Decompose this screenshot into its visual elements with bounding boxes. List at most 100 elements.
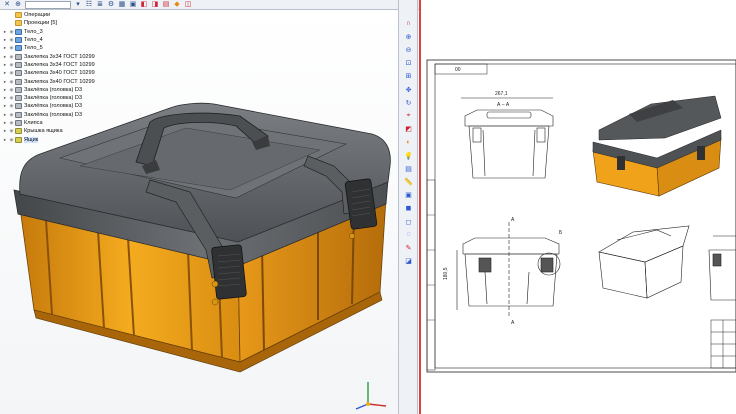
settings-icon[interactable]: ⚙: [107, 1, 115, 9]
visibility-icon[interactable]: ◉: [8, 70, 15, 76]
tree-item[interactable]: ▸ ◉ Тело_5: [2, 44, 152, 52]
tree-item[interactable]: ▸ ◉ Заклёпка (головка) D3: [2, 111, 152, 119]
folder-icon: [15, 20, 22, 27]
rivet-icon: [15, 53, 22, 60]
color-icon[interactable]: ◐: [402, 137, 415, 148]
tree-icon[interactable]: ☷: [85, 1, 93, 9]
visibility-icon[interactable]: ◉: [8, 29, 15, 35]
body-icon: [15, 28, 22, 35]
dimension-width: 267,1: [495, 91, 508, 97]
tree-item[interactable]: ▸ ◉ Заклёпка (головка) D3: [2, 102, 152, 110]
hidden-icon[interactable]: ◌: [402, 229, 415, 240]
folder-icon: [15, 12, 22, 19]
visibility-icon[interactable]: ◉: [8, 54, 15, 60]
rivet-icon: [15, 70, 22, 77]
visibility-icon[interactable]: ◉: [8, 87, 15, 93]
visibility-icon[interactable]: ◉: [8, 37, 15, 43]
tree-item[interactable]: ▸ ◉ Заклепка 3х40 ГОСТ 10299: [2, 69, 152, 77]
tree-item-label: Заклёпка (головка) D3: [24, 95, 83, 102]
visibility-icon[interactable]: ◉: [8, 137, 15, 143]
rivet-icon: [15, 95, 22, 102]
tree-item[interactable]: Операции: [2, 11, 152, 19]
pan-icon[interactable]: ✥: [402, 84, 415, 95]
visibility-icon[interactable]: ◉: [8, 62, 15, 68]
zoom-in-icon[interactable]: ⊕: [402, 31, 415, 42]
visibility-icon[interactable]: ◉: [8, 128, 15, 134]
model-tree: Операции Проекции [5] ▸ ◉ Тело_3 ▸ ◉ Тело_4 ▸ ◉ Те…: [2, 11, 152, 144]
rivet-icon: [15, 103, 22, 110]
tree-item-label: Заклепка 3х34 ГОСТ 10299: [24, 53, 95, 60]
visibility-icon[interactable]: ◉: [8, 79, 15, 85]
part-icon[interactable]: ◧: [140, 1, 148, 9]
visibility-icon[interactable]: ◉: [8, 95, 15, 101]
list-icon[interactable]: ≣: [96, 1, 104, 9]
tree-item-label: Проекции [5]: [24, 20, 58, 27]
part-icon: [15, 128, 22, 135]
dimension-height: 180,5: [443, 267, 449, 280]
rotate-icon[interactable]: ↻: [402, 97, 415, 108]
stamp-text: 00: [455, 67, 461, 73]
tree-item[interactable]: ▸ ◉ Заклёпка (головка) D3: [2, 86, 152, 94]
tree-item[interactable]: ▸ ◉ Крышка ящика: [2, 127, 152, 135]
tree-item[interactable]: ▸ ◉ Тело_4: [2, 36, 152, 44]
edit-icon[interactable]: ✎: [402, 242, 415, 253]
layer-icon[interactable]: ▤: [402, 163, 415, 174]
wire-icon[interactable]: ◻: [402, 216, 415, 227]
filter-combo[interactable]: [25, 0, 71, 9]
magnet-icon[interactable]: ∩: [402, 18, 415, 29]
rivet-icon: [15, 61, 22, 68]
visibility-icon[interactable]: ◉: [8, 45, 15, 51]
tree-item-label: Заклепка 3х40 ГОСТ 10299: [24, 70, 95, 77]
tree-item-label: Тело_3: [24, 28, 43, 35]
part-icon: [15, 136, 22, 143]
perspective-icon[interactable]: ◪: [402, 256, 415, 267]
model-viewport[interactable]: Операции Проекции [5] ▸ ◉ Тело_3 ▸ ◉ Тело_4 ▸ ◉ Те…: [0, 10, 398, 414]
view-toolbar: ∩ ⊕ ⊖ ⊡ ⊞ ✥ ↻ ⌖ ◩ ◐ 💡 ▤ 📏 ▣ ◼ ◻ ◌ ✎ ◪: [398, 0, 418, 414]
tree-item[interactable]: ▸ ◉ Заклепка 3х40 ГОСТ 10299: [2, 77, 152, 85]
tree-item[interactable]: ▸ ◉ Клипса: [2, 119, 152, 127]
orange-icon[interactable]: ◆: [173, 1, 181, 9]
body-icon: [15, 37, 22, 44]
tree-item-label: Заклёпка (головка) D3: [24, 86, 83, 93]
tree-item[interactable]: ▸ ◉ Тело_3: [2, 28, 152, 36]
zoom-fit-icon[interactable]: ⊞: [402, 71, 415, 82]
select-icon[interactable]: ▣: [129, 1, 137, 9]
tree-item[interactable]: ▸ ◉ Ящик: [2, 135, 152, 143]
display-icon[interactable]: ▣: [402, 190, 415, 201]
measure-icon[interactable]: 📏: [402, 176, 415, 187]
tree-item[interactable]: Проекции [5]: [2, 19, 152, 27]
axis-triad: [355, 382, 387, 410]
shade-icon[interactable]: ◼: [402, 203, 415, 214]
tree-item[interactable]: ▸ ◉ Заклёпка (головка) D3: [2, 94, 152, 102]
tree-item-label: Тело_5: [24, 45, 43, 52]
body-icon: [15, 45, 22, 52]
tree-item-label: Ящик: [24, 136, 39, 143]
app-window: ✕ ⊕ ▾ ☷ ≣ ⚙ ▦ ▣ ◧ ◨ ▤ ◆ ◫ Операции Проекц…: [0, 0, 736, 414]
visibility-icon[interactable]: ◉: [8, 103, 15, 109]
tree-item-label: Клипса: [24, 120, 43, 126]
section-label: А – А: [497, 102, 510, 108]
zoom-out-icon[interactable]: ⊖: [402, 44, 415, 55]
tree-item-label: Заклепка 3х40 ГОСТ 10299: [24, 78, 95, 85]
grid-icon[interactable]: ▦: [118, 1, 126, 9]
tree-item[interactable]: ▸ ◉ Заклепка 3х34 ГОСТ 10299: [2, 61, 152, 69]
orient-icon[interactable]: ⌖: [402, 110, 415, 121]
tree-item-label: Заклепка 3х34 ГОСТ 10299: [24, 61, 95, 68]
lamp-icon[interactable]: 💡: [402, 150, 415, 161]
view-icon[interactable]: ◫: [184, 1, 192, 9]
zoom-window-icon[interactable]: ⊡: [402, 58, 415, 69]
tree-item-label: Крышка ящика: [24, 128, 63, 135]
assembly-icon[interactable]: ▤: [162, 1, 170, 9]
tree-item[interactable]: ▸ ◉ Заклепка 3х34 ГОСТ 10299: [2, 52, 152, 60]
drawing-canvas: 00 267,1 А – А 180,5 А А Б: [426, 59, 736, 373]
rivet-icon: [15, 120, 22, 126]
rivet-icon[interactable]: ◨: [151, 1, 159, 9]
visibility-icon[interactable]: ◉: [8, 120, 15, 126]
rivet-icon: [15, 111, 22, 118]
filter-icon[interactable]: ▾: [74, 1, 82, 9]
close-icon[interactable]: ✕: [3, 1, 11, 9]
visibility-icon[interactable]: ◉: [8, 112, 15, 118]
drawing-sheet[interactable]: 00 267,1 А – А 180,5 А А Б: [421, 0, 736, 414]
section-icon[interactable]: ◩: [402, 124, 415, 135]
pin-icon[interactable]: ⊕: [14, 1, 22, 9]
